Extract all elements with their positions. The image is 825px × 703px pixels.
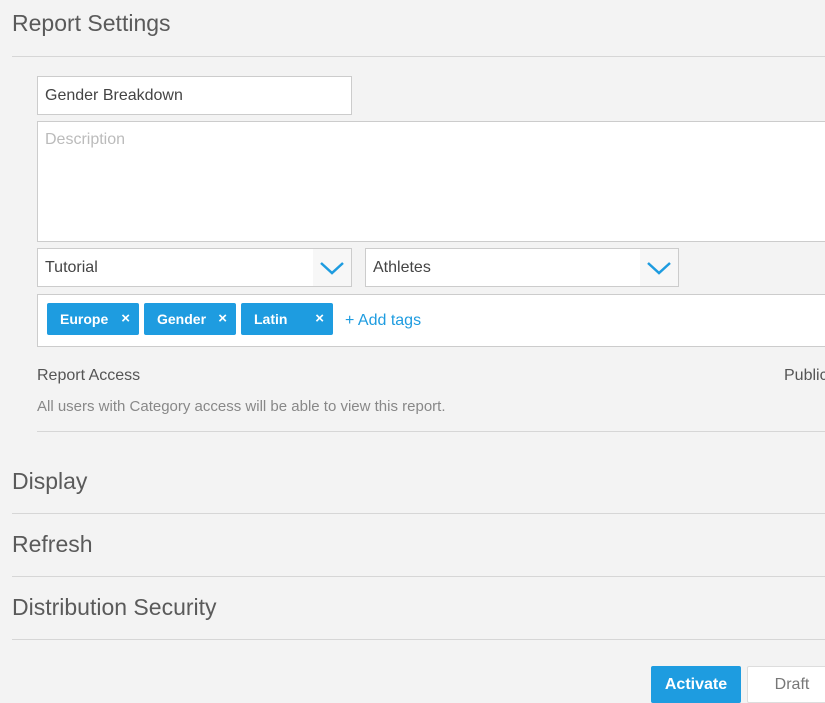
section-distribution-security[interactable]: Distribution Security	[12, 594, 217, 621]
tag-chip: Gender ×	[144, 303, 236, 335]
add-tags-link[interactable]: + Add tags	[345, 312, 421, 330]
section-display[interactable]: Display	[12, 468, 87, 495]
tag-label: Europe	[60, 311, 109, 327]
page-title: Report Settings	[12, 10, 171, 36]
close-icon[interactable]: ×	[315, 310, 324, 327]
tag-chip: Latin ×	[241, 303, 333, 335]
report-access-label: Report Access	[37, 367, 141, 384]
divider	[12, 639, 825, 640]
category-select[interactable]: Tutorial	[37, 248, 352, 287]
tag-label: Latin	[254, 311, 288, 327]
tag-chip: Europe ×	[47, 303, 139, 335]
subcategory-select-value: Athletes	[373, 258, 431, 276]
chevron-down-icon[interactable]	[640, 249, 678, 286]
divider	[12, 56, 825, 57]
report-name-input[interactable]: Gender Breakdown	[37, 76, 352, 115]
close-icon[interactable]: ×	[218, 310, 227, 327]
divider	[12, 576, 825, 577]
chevron-down-icon[interactable]	[313, 249, 351, 286]
section-refresh[interactable]: Refresh	[12, 531, 93, 558]
subcategory-select[interactable]: Athletes	[365, 248, 679, 287]
report-access-value[interactable]: Public	[784, 367, 825, 385]
category-select-value: Tutorial	[45, 258, 98, 276]
tag-label: Gender	[157, 311, 207, 327]
draft-button[interactable]: Draft	[747, 666, 825, 703]
divider	[37, 431, 825, 432]
report-access-description: All users with Category access will be a…	[37, 398, 446, 415]
description-textarea[interactable]: Description	[37, 121, 825, 242]
divider	[12, 513, 825, 514]
activate-button[interactable]: Activate	[651, 666, 741, 703]
close-icon[interactable]: ×	[121, 310, 130, 327]
